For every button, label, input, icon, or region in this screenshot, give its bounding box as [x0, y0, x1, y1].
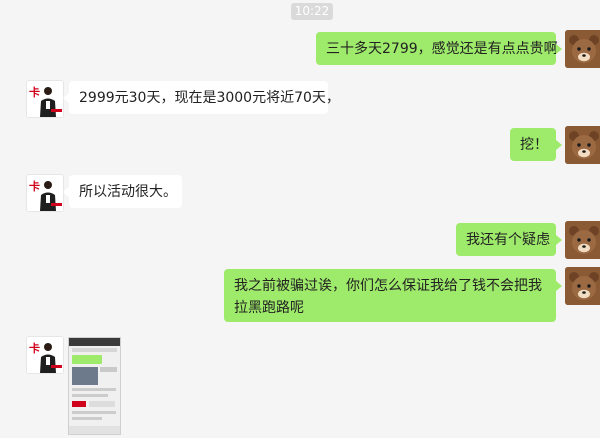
timestamp-badge: 10:22 — [291, 3, 333, 20]
my-avatar[interactable] — [565, 126, 600, 164]
message-bubble-received[interactable]: 2999元30天，现在是3000元将近70天， — [63, 81, 340, 114]
message-bubble-sent[interactable]: 我之前被骗过诶，你们怎么保证我给了钱不会把我拉黑跑路呢 — [224, 269, 562, 322]
message-bubble-received[interactable]: 所以活动很大。 — [63, 175, 182, 208]
brown-bear-avatar-icon — [565, 126, 600, 164]
image-message-thumbnail[interactable] — [68, 337, 121, 435]
message-bubble-sent[interactable]: 我还有个疑虑 — [456, 223, 562, 256]
business-person-logo-avatar-icon: 卡 — [27, 337, 63, 373]
my-avatar[interactable] — [565, 267, 600, 305]
svg-text:卡: 卡 — [29, 341, 40, 355]
business-person-logo-avatar-icon: 卡 — [27, 175, 63, 211]
contact-avatar[interactable]: 卡 — [26, 174, 64, 212]
svg-text:卡: 卡 — [29, 179, 40, 193]
business-person-logo-avatar-icon: 卡 — [27, 81, 63, 117]
brown-bear-avatar-icon — [565, 30, 600, 68]
message-bubble-sent[interactable]: 挖！ — [510, 128, 562, 161]
my-avatar[interactable] — [565, 221, 600, 259]
contact-avatar[interactable]: 卡 — [26, 80, 64, 118]
message-bubble-sent[interactable]: 三十多天2799，感觉还是有点点贵啊 — [316, 32, 562, 65]
brown-bear-avatar-icon — [565, 267, 600, 305]
contact-avatar[interactable]: 卡 — [26, 336, 64, 374]
screenshot-thumbnail-image — [69, 338, 120, 434]
svg-text:卡: 卡 — [29, 85, 40, 99]
brown-bear-avatar-icon — [565, 221, 600, 259]
my-avatar[interactable] — [565, 30, 600, 68]
